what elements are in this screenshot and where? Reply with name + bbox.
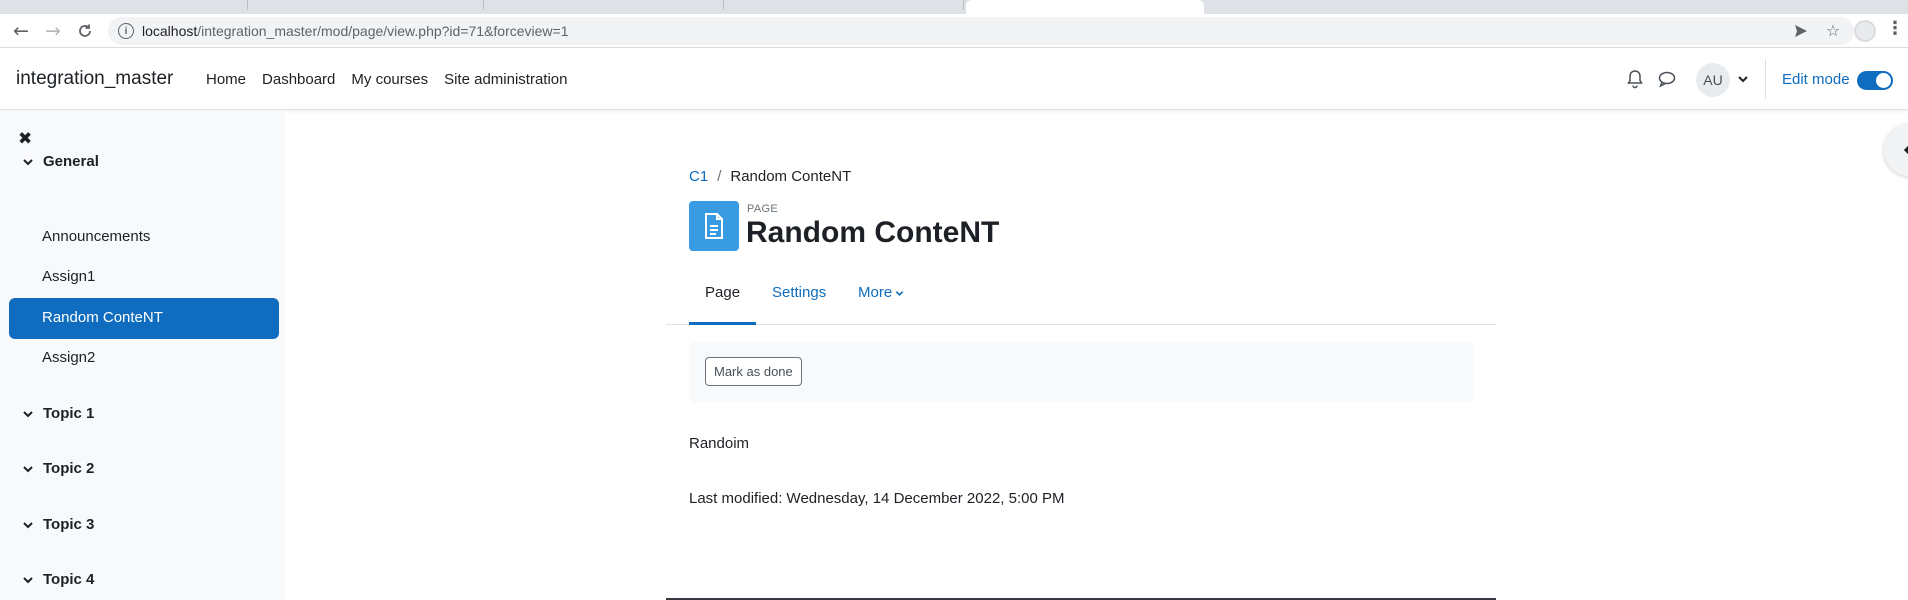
browser-tab[interactable] <box>248 0 484 10</box>
secondary-navigation: Page Settings More <box>666 276 1496 325</box>
chevron-down-icon <box>895 290 904 296</box>
send-icon[interactable] <box>1790 20 1812 42</box>
course-index-item-label: Random ConteNT <box>42 309 163 326</box>
browser-profile-icon[interactable] <box>1854 20 1876 42</box>
edit-mode-label[interactable]: Edit mode <box>1782 71 1850 88</box>
mark-as-done-button[interactable]: Mark as done <box>705 357 802 386</box>
module-type-label: PAGE <box>747 203 778 215</box>
browser-menu-icon[interactable]: ⋮ <box>1886 18 1904 39</box>
site-info-icon[interactable]: i <box>118 23 134 39</box>
breadcrumb-separator: / <box>717 168 722 185</box>
section-title: General <box>43 153 99 170</box>
bell-icon[interactable] <box>1626 69 1646 89</box>
tab-more-label: More <box>858 284 893 301</box>
tab-page[interactable]: Page <box>705 284 740 301</box>
last-modified-text: Last modified: Wednesday, 14 December 20… <box>689 490 1065 507</box>
section-title: Topic 1 <box>43 405 95 422</box>
forward-arrow-icon[interactable]: → <box>42 20 64 42</box>
user-avatar[interactable]: AU <box>1696 63 1730 97</box>
section-topic-2[interactable]: Topic 2 <box>22 460 94 477</box>
section-general[interactable]: General <box>22 153 99 170</box>
tab-settings[interactable]: Settings <box>772 284 826 301</box>
page-content: Randoim <box>689 435 750 452</box>
course-index-item-assign1[interactable]: Assign1 <box>42 268 95 285</box>
browser-toolbar: ← → i localhost/integration_master/mod/p… <box>0 14 1908 48</box>
chevron-down-icon[interactable] <box>22 463 34 475</box>
breadcrumb: C1 / Random ConteNT <box>689 168 851 185</box>
url-text[interactable]: localhost/integration_master/mod/page/vi… <box>142 23 569 39</box>
active-tab-indicator <box>689 322 756 325</box>
section-title: Topic 4 <box>43 571 95 588</box>
chat-bubble-icon[interactable] <box>1657 69 1677 89</box>
page-document-icon <box>689 201 739 251</box>
section-title: Topic 3 <box>43 516 95 533</box>
browser-tab-strip <box>0 0 1908 14</box>
section-topic-4[interactable]: Topic 4 <box>22 571 94 588</box>
chevron-left-icon <box>1903 145 1908 155</box>
chevron-down-icon[interactable] <box>1737 72 1749 84</box>
chevron-down-icon[interactable] <box>22 156 34 168</box>
chevron-down-icon[interactable] <box>22 574 34 586</box>
course-index-item-announcements[interactable]: Announcements <box>42 228 150 245</box>
browser-tab[interactable] <box>724 0 964 10</box>
block-drawer-toggle[interactable] <box>1884 124 1908 176</box>
primary-navigation: Home Dashboard My courses Site administr… <box>206 71 584 88</box>
navbar-divider <box>1765 59 1766 99</box>
toggle-knob <box>1876 73 1891 88</box>
close-icon[interactable]: ✖ <box>18 131 34 148</box>
section-title: Topic 2 <box>43 460 95 477</box>
site-navbar: integration_master Home Dashboard My cou… <box>0 49 1908 110</box>
section-topic-3[interactable]: Topic 3 <box>22 516 94 533</box>
reload-icon[interactable] <box>74 20 96 42</box>
bookmark-star-icon[interactable]: ☆ <box>1822 20 1844 42</box>
activity-completion-panel: Mark as done <box>689 342 1473 402</box>
chevron-down-icon[interactable] <box>22 408 34 420</box>
site-brand[interactable]: integration_master <box>16 68 173 90</box>
nav-home-link[interactable]: Home <box>206 71 246 88</box>
section-topic-1[interactable]: Topic 1 <box>22 405 94 422</box>
browser-tab[interactable] <box>484 0 724 10</box>
browser-tab-active[interactable] <box>966 0 1204 14</box>
browser-tab[interactable] <box>0 0 248 10</box>
address-bar[interactable]: i localhost/integration_master/mod/page/… <box>108 17 1854 45</box>
course-index-drawer: ✖ General Announcements Assign1 Random C… <box>0 111 285 600</box>
nav-dashboard-link[interactable]: Dashboard <box>262 71 335 88</box>
chevron-down-icon[interactable] <box>22 519 34 531</box>
back-arrow-icon[interactable]: ← <box>10 20 32 42</box>
course-index-item-random-content[interactable]: Random ConteNT <box>9 298 279 339</box>
nav-site-administration-link[interactable]: Site administration <box>444 71 567 88</box>
breadcrumb-current: Random ConteNT <box>730 168 852 185</box>
page-title: Random ConteNT <box>746 216 1000 249</box>
edit-mode-toggle[interactable] <box>1857 71 1893 90</box>
tab-more[interactable]: More <box>858 284 904 301</box>
breadcrumb-course-link[interactable]: C1 <box>689 168 708 185</box>
nav-my-courses-link[interactable]: My courses <box>351 71 428 88</box>
course-index-item-assign2[interactable]: Assign2 <box>42 349 95 366</box>
